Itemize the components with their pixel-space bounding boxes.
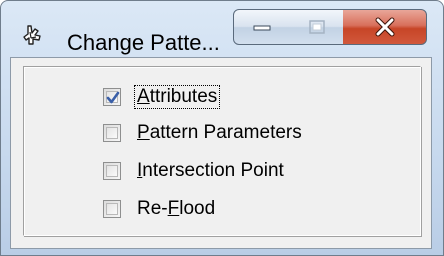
pattern-parameters-label: Pattern Parameters — [137, 122, 302, 143]
maximize-button[interactable] — [290, 9, 344, 45]
close-icon — [375, 17, 394, 37]
re-flood-label: Re-Flood — [137, 198, 216, 219]
dialog-client-area: Attributes Pattern Parameters Intersecti… — [10, 57, 432, 249]
attributes-checkbox[interactable] — [103, 88, 121, 106]
options-group — [23, 66, 421, 236]
re-flood-checkbox[interactable] — [103, 200, 121, 218]
intersection-point-checkbox[interactable] — [103, 162, 121, 180]
option-re-flood[interactable]: Re-Flood — [103, 196, 217, 222]
dialog-window: Change Patte... Attributes Pattern Param… — [0, 0, 444, 256]
option-pattern-parameters[interactable]: Pattern Parameters — [103, 120, 304, 146]
attributes-label: Attributes — [133, 85, 221, 109]
intersection-point-label: Intersection Point — [137, 160, 284, 181]
close-button[interactable] — [343, 9, 427, 45]
window-title: Change Patte... — [67, 30, 220, 55]
title-bar[interactable]: Change Patte... — [1, 1, 443, 57]
minimize-button[interactable] — [233, 9, 291, 45]
pattern-parameters-checkbox[interactable] — [103, 124, 121, 142]
minimize-icon — [253, 25, 271, 31]
option-attributes[interactable]: Attributes — [103, 84, 221, 110]
option-intersection-point[interactable]: Intersection Point — [103, 158, 286, 184]
maximize-icon — [308, 20, 325, 34]
checkmark-icon — [106, 91, 120, 104]
pattern-tool-icon — [23, 25, 41, 45]
